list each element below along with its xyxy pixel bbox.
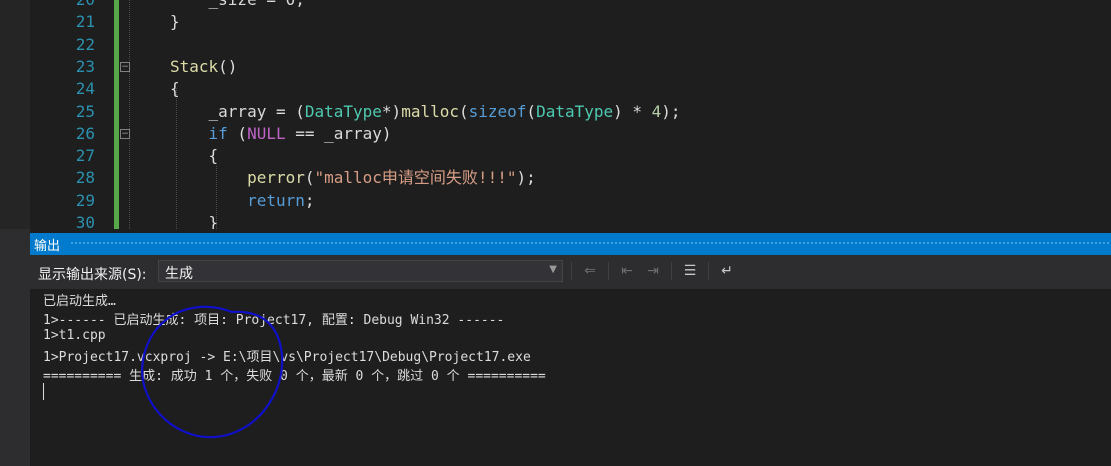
code-text: if (NULL == _array) xyxy=(208,123,392,143)
code-line: 25 _array = (DataType*)malloc(sizeof(Dat… xyxy=(0,101,1111,123)
code-line: 24 { xyxy=(0,78,1111,100)
toolbar-separator xyxy=(571,262,572,280)
line-number: 30 xyxy=(75,213,95,229)
title-grip xyxy=(70,241,1111,246)
code-text: { xyxy=(170,146,219,166)
output-line: 1>t1.cpp xyxy=(43,328,106,343)
code-text: Stack() xyxy=(170,56,238,76)
line-number: 23 xyxy=(75,56,95,76)
line-number: 20 xyxy=(25,0,95,11)
code-text: _size = 0; xyxy=(170,0,305,11)
panel-left-strip xyxy=(0,229,30,466)
code-text: } xyxy=(170,12,180,32)
text-caret xyxy=(43,383,44,400)
word-wrap-icon[interactable]: ↵ xyxy=(716,260,738,282)
code-text: } xyxy=(170,213,219,229)
collapse-icon[interactable]: − xyxy=(120,128,130,139)
code-line: 28 perror("malloc申请空间失败!!!"); xyxy=(0,167,1111,189)
code-text: perror("malloc申请空间失败!!!"); xyxy=(247,168,536,188)
go-to-line-icon[interactable]: ⇐ xyxy=(579,260,601,282)
code-line: 27 { xyxy=(0,145,1111,167)
output-text-area[interactable]: 已启动生成… 1>------ 已启动生成: 项目: Project17, 配置… xyxy=(30,289,1111,466)
next-message-icon[interactable]: ⇥ xyxy=(642,260,664,282)
previous-message-icon[interactable]: ⇤ xyxy=(616,260,638,282)
code-editor[interactable]: 20 _size = 0;21}2223−Stack()24{25 _array… xyxy=(0,0,1111,229)
output-toolbar: 显示输出来源(S): 生成 ▼ ⇐ ⇤ ⇥ ☰ ↵ xyxy=(30,255,1111,289)
code-text: return; xyxy=(247,190,315,210)
code-line: 29 return; xyxy=(0,190,1111,212)
line-number: 27 xyxy=(75,146,95,166)
output-source-label: 显示输出来源(S): xyxy=(38,267,147,283)
code-line: 26 − if (NULL == _array) xyxy=(0,123,1111,145)
output-line: 已启动生成… xyxy=(43,294,116,309)
line-number: 29 xyxy=(75,190,95,210)
output-source-dropdown[interactable]: 生成 ▼ xyxy=(158,260,563,282)
code-text: _array = (DataType*)malloc(sizeof(DataTy… xyxy=(170,101,681,121)
clear-all-icon[interactable]: ☰ xyxy=(679,260,701,282)
code-line: 23 − Stack() xyxy=(0,56,1111,78)
output-line: 1>------ 已启动生成: 项目: Project17, 配置: Debug… xyxy=(43,313,505,328)
collapse-icon[interactable]: − xyxy=(120,61,130,72)
code-line: 30 } xyxy=(0,212,1111,229)
output-panel-titlebar[interactable]: 输出 xyxy=(30,233,1111,255)
line-number: 26 xyxy=(75,123,95,143)
output-panel: 输出 显示输出来源(S): 生成 ▼ ⇐ ⇤ ⇥ ☰ ↵ 已启动生成… 1>--… xyxy=(0,229,1111,466)
output-line: ========== 生成: 成功 1 个，失败 0 个，最新 0 个，跳过 0… xyxy=(43,369,546,384)
toolbar-separator xyxy=(671,262,672,280)
line-number: 22 xyxy=(75,34,95,54)
toolbar-separator xyxy=(708,262,709,280)
output-line: 1>Project17.vcxproj -> E:\项目\vs\Project1… xyxy=(43,350,531,365)
code-line: 20 _size = 0; xyxy=(0,0,1111,11)
code-line: 22 xyxy=(0,34,1111,56)
line-number: 24 xyxy=(75,79,95,99)
chevron-down-icon: ▼ xyxy=(549,264,557,275)
code-text: { xyxy=(170,79,180,99)
output-panel-title: 输出 xyxy=(34,239,61,254)
line-number: 25 xyxy=(75,101,95,121)
output-source-value: 生成 xyxy=(165,266,193,282)
line-number: 21 xyxy=(75,12,95,32)
toolbar-separator xyxy=(608,262,609,280)
code-line: 21} xyxy=(0,11,1111,33)
line-number: 28 xyxy=(75,168,95,188)
